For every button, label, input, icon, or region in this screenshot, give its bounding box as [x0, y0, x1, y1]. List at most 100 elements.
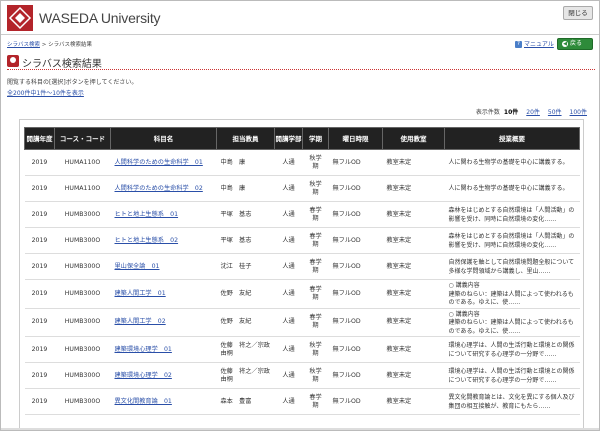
page-size-label: 表示件数 [475, 109, 500, 116]
cell-year: 2019 [24, 201, 55, 228]
cell-term: 春学期 [302, 308, 329, 337]
breadcrumb: シラバス検索 > シラバス検索結果 [7, 40, 92, 48]
cell-year: 2019 [24, 362, 55, 389]
subject-link[interactable]: 建築人間工学 02 [115, 318, 166, 325]
browser-frame: WASEDA University 閉じる シラバス検索 > シラバス検索結果 … [0, 0, 600, 431]
cell-course-code: HUMB300O [54, 362, 111, 389]
cell-year: 2019 [24, 149, 55, 176]
cell-term: 秋学期 [302, 149, 329, 176]
breadcrumb-current: シラバス検索結果 [48, 42, 93, 48]
site-header: WASEDA University 閉じる [1, 1, 599, 35]
cell-teacher: 佐野 友紀 [216, 279, 275, 309]
cell-year: 2019 [24, 336, 55, 363]
table-row: 2019 HUMB300O 建築人間工学 02 佐野 友紀 人通 春学期 無フルOD 教室未定… [24, 308, 580, 337]
cell-course-code: HUMB300O [54, 388, 111, 415]
cell-faculty: 人通 [274, 388, 303, 415]
page-size-selector: 表示件数 10件 20件 50件 100件 [476, 107, 591, 116]
cell-term: 春学期 [302, 279, 329, 309]
cell-period: 無フルOD [328, 308, 383, 337]
results-table-container: 開講年度 コース・コード 科目名 担当教員 開講学部 学期 曜日時限 使用教室 … [19, 119, 584, 430]
cell-subject: ヒトと地上生態系 02 [110, 227, 217, 254]
cell-summary: 人に関わる生物学の基礎を中心に講義する。 [444, 175, 580, 202]
cell-subject: 人間科学のための生命科学 01 [110, 149, 217, 176]
results-table: 開講年度 コース・コード 科目名 担当教員 開講学部 学期 曜日時限 使用教室 … [24, 127, 580, 415]
cell-period: 無フルOD [328, 362, 383, 389]
header-room: 使用教室 [382, 127, 445, 150]
breadcrumb-home-link[interactable]: シラバス検索 [7, 42, 40, 48]
cell-teacher: 佐野 友紀 [216, 308, 275, 337]
cell-course-code: HUMB300O [54, 279, 111, 309]
cell-room: 教室未定 [382, 227, 445, 254]
table-row: 2019 HUMB300O 異文化間教育論 01 森本 豊富 人通 春学期 無フルOD 教室未… [24, 388, 580, 415]
subject-link[interactable]: 建築人間工学 01 [115, 290, 166, 297]
cell-summary: 森林をはじめとする自然環境は「人間活動」の影響を受け、同時に自然環境の変化…… [444, 227, 580, 254]
subject-link[interactable]: ヒトと地上生態系 02 [115, 237, 179, 244]
cell-faculty: 人通 [274, 227, 303, 254]
cell-subject: 人間科学のための生命科学 02 [110, 175, 217, 202]
subject-link[interactable]: 異文化間教育論 01 [115, 398, 172, 405]
table-row: 2019 HUMB300O 建築環境心理学 02 佐藤 将之／宗政 由桐 人通 秋学期 無フ… [24, 362, 580, 389]
cell-teacher: 中島 康 [216, 149, 275, 176]
subject-link[interactable]: 建築環境心理学 01 [115, 346, 172, 353]
cell-course-code: HUMB300O [54, 308, 111, 337]
cell-year: 2019 [24, 253, 55, 280]
cell-faculty: 人通 [274, 175, 303, 202]
cell-room: 教室未定 [382, 149, 445, 176]
subject-link[interactable]: 人間科学のための生命科学 01 [115, 159, 203, 166]
cell-teacher: 森本 豊富 [216, 388, 275, 415]
cell-period: 無フルOD [328, 279, 383, 309]
cell-term: 春学期 [302, 388, 329, 415]
cell-course-code: HUMA110O [54, 149, 111, 176]
subject-link[interactable]: ヒトと地上生態系 01 [115, 211, 179, 218]
cell-room: 教室未定 [382, 279, 445, 309]
cell-room: 教室未定 [382, 308, 445, 337]
cell-room: 教室未定 [382, 201, 445, 228]
header-year: 開講年度 [24, 127, 55, 150]
table-row: 2019 HUMB300O ヒトと地上生態系 01 平塚 基志 人通 春学期 無フルOD 教室… [24, 201, 580, 228]
cell-room: 教室未定 [382, 253, 445, 280]
table-row: 2019 HUMB300O 建築環境心理学 01 佐藤 将之／宗政 由桐 人通 秋学期 無フ… [24, 336, 580, 363]
cell-term: 春学期 [302, 201, 329, 228]
cell-summary: 自然保護を軸として自然環境問題全般について多様な学問領域から講義し、里山…… [444, 253, 580, 280]
cell-teacher: 中島 康 [216, 175, 275, 202]
cell-course-code: HUMA110O [54, 175, 111, 202]
page-size-option-50[interactable]: 50件 [548, 109, 562, 116]
page-size-option-100[interactable]: 100件 [570, 109, 587, 116]
cell-faculty: 人通 [274, 308, 303, 337]
table-row: 2019 HUMA110O 人間科学のための生命科学 02 中島 康人通 秋学期 無フルO… [24, 175, 580, 202]
cell-summary: 森林をはじめとする自然環境は「人間活動」の影響を受け、同時に自然環境の変化…… [444, 201, 580, 228]
cell-subject: 建築人間工学 01 [110, 279, 217, 309]
manual-label: マニュアル [524, 41, 554, 48]
cell-summary: 環境心理学は、人間の生活行動と環境との関係について研究する心理学の一分野で…… [444, 336, 580, 363]
cell-period: 無フルOD [328, 253, 383, 280]
subject-link[interactable]: 里山保全論 01 [115, 263, 160, 270]
university-name: WASEDA University [39, 10, 161, 26]
cell-course-code: HUMB300O [54, 336, 111, 363]
cell-subject: 建築環境心理学 01 [110, 336, 217, 363]
waseda-logo-icon [7, 5, 33, 31]
cell-teacher: 沈江 桂子 [216, 253, 275, 280]
page-title: シラバス検索結果 [22, 59, 102, 70]
table-row: 2019 HUMB300O ヒトと地上生態系 02 平塚 基志 人通 春学期 無フルOD 教室… [24, 227, 580, 254]
subject-link[interactable]: 人間科学のための生命科学 02 [115, 185, 203, 192]
cell-year: 2019 [24, 227, 55, 254]
manual-link[interactable]: ? マニュアル [515, 39, 554, 48]
cell-subject: 建築人間工学 02 [110, 308, 217, 337]
cell-term: 春学期 [302, 253, 329, 280]
cell-year: 2019 [24, 279, 55, 309]
table-header-row: 開講年度 コース・コード 科目名 担当教員 開講学部 学期 曜日時限 使用教室 … [24, 127, 580, 150]
cell-faculty: 人通 [274, 201, 303, 228]
back-button[interactable]: ◀ 戻る [557, 38, 593, 50]
cell-period: 無フルOD [328, 149, 383, 176]
cell-faculty: 人通 [274, 149, 303, 176]
cell-room: 教室未定 [382, 362, 445, 389]
cell-year: 2019 [24, 308, 55, 337]
result-count-link[interactable]: 全200件中1件～10件を表示 [7, 88, 84, 97]
cell-teacher: 佐藤 将之／宗政 由桐 [216, 362, 275, 389]
header-subject: 科目名 [110, 127, 217, 150]
subject-link[interactable]: 建築環境心理学 02 [115, 372, 172, 379]
page-size-option-20[interactable]: 20件 [526, 109, 540, 116]
close-button[interactable]: 閉じる [563, 6, 593, 20]
cell-room: 教室未定 [382, 388, 445, 415]
cell-faculty: 人通 [274, 253, 303, 280]
